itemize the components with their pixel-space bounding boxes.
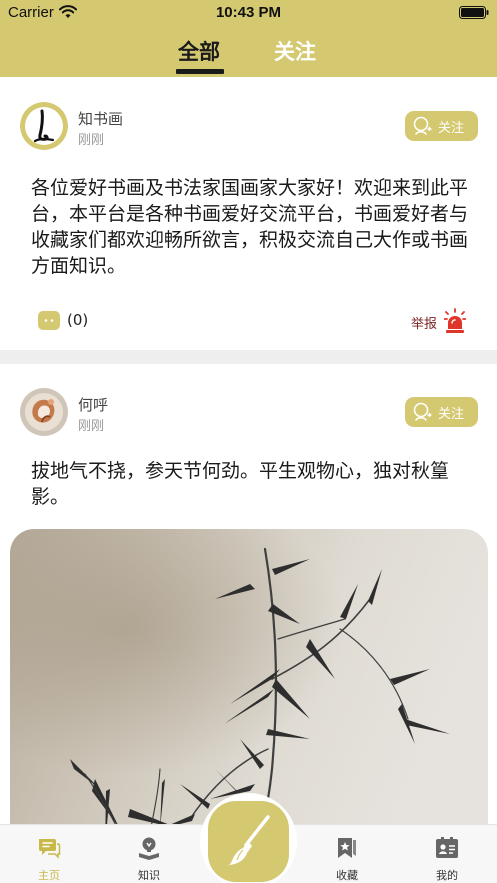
alarm-icon[interactable] (444, 308, 466, 334)
follow-icon (413, 116, 432, 135)
brush-icon (227, 815, 270, 866)
top-header: Carrier 10:43 PM 全部 关注 (0, 0, 497, 77)
status-time: 10:43 PM (215, 4, 282, 21)
post-time: 刚刚 (78, 133, 105, 148)
nav-label: 知识 (138, 869, 160, 882)
lightbulb-book-icon (139, 837, 159, 860)
nav-label: 收藏 (336, 869, 358, 882)
bamboo-painting (10, 529, 488, 834)
nav-item-collection[interactable]: 收藏 (317, 825, 377, 883)
feed-tabs: 全部 关注 (0, 30, 497, 77)
battery-icon (459, 6, 489, 19)
post-content: 拔地气不挠，参天节何劲。平生观物心，独对秋篁影。 (31, 460, 450, 508)
tab-all[interactable]: 全部 (178, 36, 220, 66)
follow-button[interactable]: 关注 (405, 111, 478, 141)
post-card[interactable]: 知书画 刚刚 关注 各位爱好书画及书法家国画家大家好！欢迎来到此平台，本平台是各… (0, 77, 497, 350)
comment-count[interactable]: (0) (67, 311, 88, 329)
tab-following[interactable]: 关注 (274, 36, 316, 66)
bamboo-painting-image[interactable] (10, 529, 488, 834)
nav-item-knowledge[interactable]: 知识 (119, 825, 179, 883)
nav-label: 我的 (436, 869, 458, 882)
active-tab-indicator (176, 69, 224, 74)
status-bar: Carrier 10:43 PM (0, 0, 497, 26)
post-content: 各位爱好书画及书法家国画家大家好！欢迎来到此平台，本平台是各种书画爱好交流平台，… (31, 177, 469, 277)
chat-bubble-icon (39, 839, 61, 859)
follow-button[interactable]: 关注 (405, 397, 478, 427)
post-card[interactable]: 何呼 刚刚 关注 拔地气不挠，参天节何劲。平生观物心，独对秋篁影。 (0, 364, 497, 834)
author-name[interactable]: 何呼 (78, 394, 108, 415)
author-name[interactable]: 知书画 (78, 108, 123, 129)
comment-icon[interactable] (38, 311, 60, 330)
publish-button[interactable] (208, 801, 289, 882)
nav-item-home[interactable]: 主页 (19, 825, 79, 883)
follow-icon (413, 402, 432, 421)
post-time: 刚刚 (78, 419, 105, 434)
calligraphy-avatar-image (20, 102, 68, 150)
follow-label: 关注 (438, 120, 465, 136)
profile-card-icon (436, 837, 458, 858)
avatar[interactable] (20, 388, 68, 436)
avatar-image (20, 388, 68, 436)
report-button[interactable]: 举报 (411, 313, 437, 332)
app-screen: Carrier 10:43 PM 全部 关注 知书画 刚刚 关注 各位爱好书画及… (0, 0, 497, 883)
nav-label: 主页 (38, 869, 60, 882)
follow-label: 关注 (438, 406, 465, 422)
avatar[interactable] (20, 102, 68, 150)
bookmark-star-icon (338, 838, 356, 858)
nav-item-mine[interactable]: 我的 (417, 825, 477, 883)
